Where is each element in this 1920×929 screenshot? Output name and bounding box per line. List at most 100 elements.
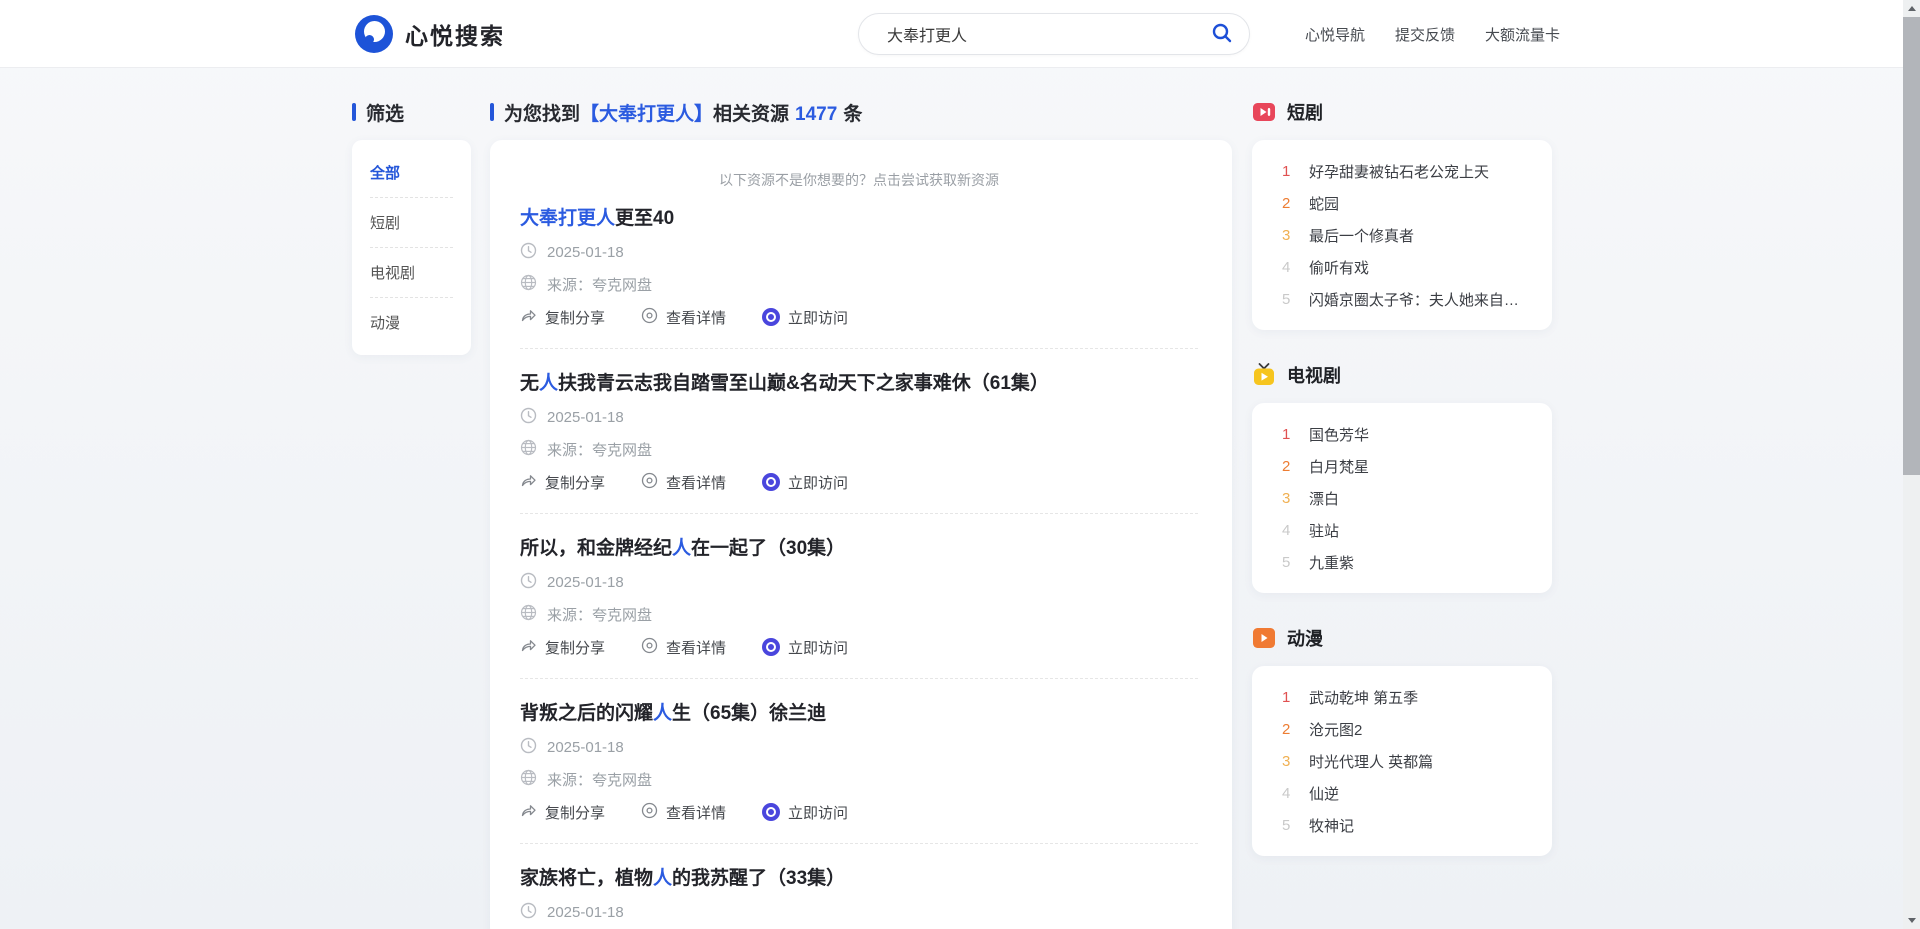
refresh-resources-notice[interactable]: 以下资源不是你想要的？点击尝试获取新资源: [520, 170, 1198, 190]
globe-icon: [520, 439, 537, 460]
globe-icon: [520, 769, 537, 790]
copy-share-button[interactable]: 复制分享: [520, 307, 605, 328]
share-icon: [520, 307, 537, 328]
visit-now-button[interactable]: 立即访问: [762, 802, 848, 823]
scroll-up-arrow[interactable]: [1903, 0, 1920, 17]
scroll-down-arrow[interactable]: [1903, 912, 1920, 929]
rank-number: 2: [1282, 721, 1296, 738]
result-actions: 复制分享 查看详情 立即访问: [520, 471, 1198, 493]
clock-icon: [520, 572, 537, 593]
rank-number: 5: [1282, 554, 1296, 571]
rankings-column: 短剧 1好孕甜妻被钻石老公宠上天2蛇园3最后一个修真者4偷听有戏5闪婚京圈太子爷…: [1252, 100, 1552, 856]
filter-item[interactable]: 动漫: [370, 297, 453, 347]
rank-item[interactable]: 1 好孕甜妻被钻石老公宠上天: [1282, 155, 1532, 187]
site-logo[interactable]: 心悦搜索: [355, 15, 505, 53]
result-date-row: 2025-01-18: [520, 902, 1198, 922]
rank-number: 5: [1282, 291, 1296, 308]
result-title[interactable]: 大奉打更人更至40: [520, 206, 1198, 232]
view-detail-label: 查看详情: [666, 637, 726, 658]
filter-item[interactable]: 短剧: [370, 197, 453, 247]
result-date: 2025-01-18: [547, 409, 624, 426]
visit-now-label: 立即访问: [788, 802, 848, 823]
rank-item[interactable]: 5牧神记: [1282, 809, 1532, 841]
rank-section: 短剧 1 好孕甜妻被钻石老公宠上天 2蛇园3最后一个修真者4偷听有戏5闪婚京圈太子爷…: [1252, 100, 1552, 330]
rank-card: 1武动乾坤 第五季2沧元图23时光代理人 英都篇4仙逆5牧神记: [1252, 666, 1552, 856]
results-heading-text: 为您找到【大奉打更人】相关资源1477条: [504, 99, 862, 126]
result-source: 来源：夸克网盘: [547, 604, 652, 625]
rank-item[interactable]: 2沧元图2: [1282, 713, 1532, 745]
rank-item[interactable]: 4 驻站: [1282, 514, 1532, 546]
page-scrollbar[interactable]: [1903, 0, 1920, 929]
nav-link-data-card[interactable]: 大额流量卡: [1485, 24, 1560, 45]
rank-item[interactable]: 2蛇园: [1282, 187, 1532, 219]
result-title[interactable]: 家族将亡，植物人的我苏醒了（33集）: [520, 866, 1198, 892]
rank-number: 1: [1282, 426, 1296, 443]
nav-link-feedback[interactable]: 提交反馈: [1395, 24, 1455, 45]
rank-item[interactable]: 5闪婚京圈太子爷：夫人她来自农村: [1282, 283, 1532, 315]
visit-now-button[interactable]: 立即访问: [762, 472, 848, 493]
rank-item[interactable]: 5 九重紫: [1282, 546, 1532, 578]
rank-item[interactable]: 1国色芳华: [1282, 418, 1532, 450]
clock-icon: [520, 902, 537, 923]
copy-share-button[interactable]: 复制分享: [520, 637, 605, 658]
result-date: 2025-01-18: [547, 904, 624, 921]
scrollbar-thumb[interactable]: [1903, 17, 1920, 475]
results-heading: 为您找到【大奉打更人】相关资源1477条: [490, 100, 1232, 124]
filter-item[interactable]: 电视剧: [370, 247, 453, 297]
rank-section-header: 短剧: [1252, 100, 1552, 124]
rank-number: 1: [1282, 163, 1296, 180]
results-card: 以下资源不是你想要的？点击尝试获取新资源 大奉打更人更至40 2025-01-1…: [490, 140, 1232, 929]
rank-item-title: 偷听有戏: [1309, 257, 1369, 278]
rank-item[interactable]: 2白月梵星: [1282, 450, 1532, 482]
rank-number: 4: [1282, 522, 1296, 539]
rank-item-title: 九重紫: [1309, 552, 1354, 573]
rank-item[interactable]: 1武动乾坤 第五季: [1282, 681, 1532, 713]
rank-section-header: 动漫: [1252, 626, 1552, 650]
anime-icon: [1252, 626, 1276, 650]
result-title[interactable]: 无人扶我青云志我自踏雪至山巅&名动天下之家事难休（61集）: [520, 371, 1198, 397]
result-item: 家族将亡，植物人的我苏醒了（33集） 2025-01-18 来源：夸克网盘: [520, 844, 1198, 929]
result-item: 无人扶我青云志我自踏雪至山巅&名动天下之家事难休（61集） 2025-01-18…: [520, 349, 1198, 514]
rank-item-title: 好孕甜妻被钻石老公宠上天: [1309, 161, 1489, 182]
results-keyword: 【大奉打更人】: [580, 104, 713, 125]
eye-icon: [641, 472, 658, 493]
rank-item[interactable]: 3 漂白: [1282, 482, 1532, 514]
search-button[interactable]: [1209, 21, 1235, 47]
rank-item[interactable]: 3时光代理人 英都篇: [1282, 745, 1532, 777]
result-date: 2025-01-18: [547, 574, 624, 591]
result-title[interactable]: 所以，和金牌经纪人在一起了（30集）: [520, 536, 1198, 562]
filter-column: 筛选 全部短剧电视剧动漫: [352, 100, 471, 355]
filter-item[interactable]: 全部: [370, 148, 453, 197]
rank-item-title: 白月梵星: [1309, 456, 1369, 477]
result-date: 2025-01-18: [547, 244, 624, 261]
eye-icon: [641, 637, 658, 658]
rank-item[interactable]: 3最后一个修真者: [1282, 219, 1532, 251]
rank-item[interactable]: 4仙逆: [1282, 777, 1532, 809]
visit-now-button[interactable]: 立即访问: [762, 637, 848, 658]
search-input[interactable]: [887, 25, 1209, 43]
visit-now-button[interactable]: 立即访问: [762, 307, 848, 328]
view-detail-button[interactable]: 查看详情: [641, 472, 726, 493]
rank-number: 3: [1282, 490, 1296, 507]
logo-icon: [355, 15, 393, 53]
rank-item[interactable]: 4偷听有戏: [1282, 251, 1532, 283]
nav-link-navigation[interactable]: 心悦导航: [1305, 24, 1365, 45]
view-detail-button[interactable]: 查看详情: [641, 802, 726, 823]
copy-share-button[interactable]: 复制分享: [520, 802, 605, 823]
view-detail-label: 查看详情: [666, 472, 726, 493]
rank-number: 3: [1282, 753, 1296, 770]
result-source: 来源：夸克网盘: [547, 274, 652, 295]
result-source: 来源：夸克网盘: [547, 439, 652, 460]
rank-item-title: 漂白: [1309, 488, 1339, 509]
rank-number: 4: [1282, 785, 1296, 802]
share-icon: [520, 637, 537, 658]
rank-item-title: 驻站: [1309, 520, 1339, 541]
copy-share-button[interactable]: 复制分享: [520, 472, 605, 493]
rank-number: 5: [1282, 817, 1296, 834]
view-detail-button[interactable]: 查看详情: [641, 637, 726, 658]
visit-now-icon: [762, 473, 780, 491]
view-detail-button[interactable]: 查看详情: [641, 307, 726, 328]
result-title[interactable]: 背叛之后的闪耀人生（65集）徐兰迪: [520, 701, 1198, 727]
clock-icon: [520, 737, 537, 758]
result-source: 来源：夸克网盘: [547, 769, 652, 790]
